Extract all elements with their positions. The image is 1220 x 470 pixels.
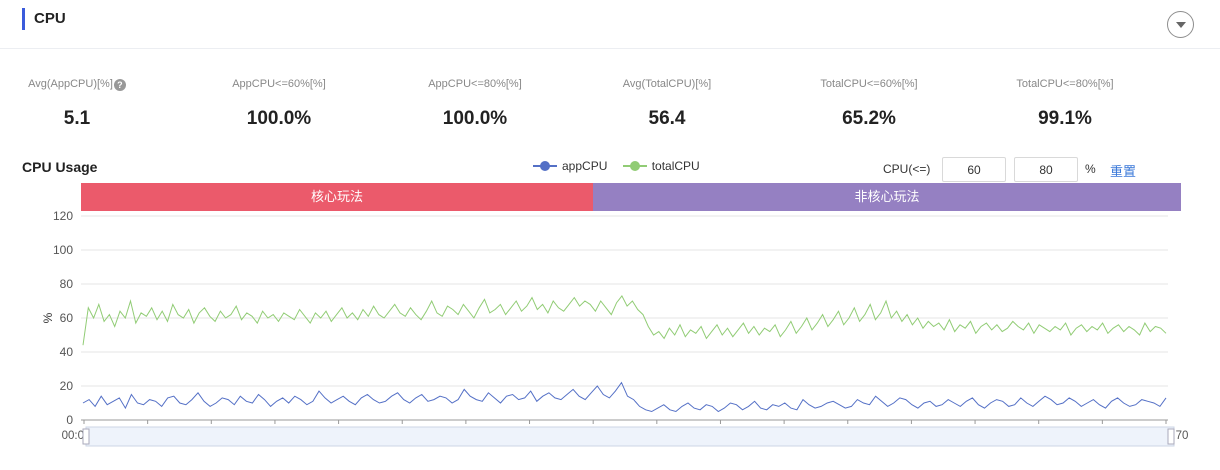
zoom-handle-left <box>82 428 90 445</box>
y-tick-label: 20 <box>60 379 74 393</box>
y-tick-label: 120 <box>53 209 73 223</box>
y-tick-label: 0 <box>66 413 73 427</box>
y-tick-label: 60 <box>60 311 74 325</box>
cpu-usage-chart: 020406080100120%00:00.0001:11.7902:28.42… <box>41 209 1188 447</box>
zoom-handle-right <box>1167 428 1175 445</box>
y-tick-label: 40 <box>60 345 74 359</box>
series-line-totalCPU <box>82 294 1167 346</box>
y-tick-label: 100 <box>53 243 73 257</box>
y-axis-label: % <box>41 312 55 323</box>
zoom-slider <box>85 426 1175 447</box>
series-line-appCPU <box>82 381 1167 413</box>
y-tick-label: 80 <box>60 277 74 291</box>
